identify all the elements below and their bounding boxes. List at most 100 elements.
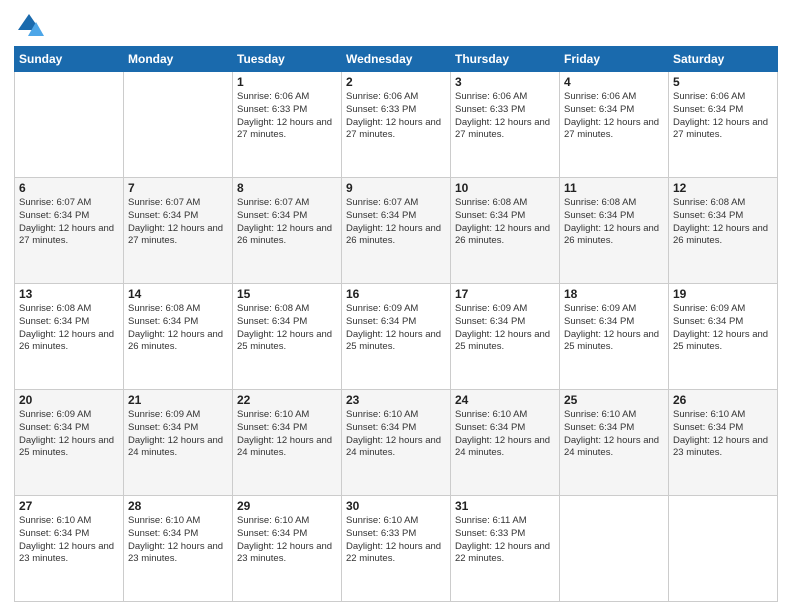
day-info: Sunrise: 6:06 AMSunset: 6:33 PMDaylight:… [455,91,555,142]
day-number: 23 [346,393,446,407]
day-number: 1 [237,75,337,89]
day-info: Sunrise: 6:08 AMSunset: 6:34 PMDaylight:… [455,197,555,248]
day-number: 2 [346,75,446,89]
day-number: 28 [128,499,228,513]
day-number: 20 [19,393,119,407]
calendar-cell: 8Sunrise: 6:07 AMSunset: 6:34 PMDaylight… [233,178,342,284]
calendar-cell: 25 Sunrise: 6:10 AMSunset: 6:34 PMDayligh… [560,390,669,496]
day-number: 3 [455,75,555,89]
day-info: Sunrise: 6:08 AMSunset: 6:34 PMDaylight:… [19,303,119,354]
day-info: Sunrise: 6:09 AMSunset: 6:34 PMDaylight:… [19,409,119,460]
day-number: 24 [455,393,555,407]
day-info: Sunrise: 6:10 AMSunset: 6:34 PMDaylight:… [455,409,555,460]
day-info: Sunrise: 6:08 AMSunset: 6:34 PMDaylight:… [564,197,664,248]
day-info: Sunrise: 6:09 AMSunset: 6:34 PMDaylight:… [673,303,773,354]
calendar-week-row: 1 Sunrise: 6:06 AMSunset: 6:33 PMDaylight… [15,72,778,178]
day-number: 25 [564,393,664,407]
calendar-cell: 2 Sunrise: 6:06 AMSunset: 6:33 PMDaylight… [342,72,451,178]
col-header-monday: Monday [124,47,233,72]
calendar-week-row: 20 Sunrise: 6:09 AMSunset: 6:34 PMDayligh… [15,390,778,496]
day-number: 7 [128,181,228,195]
day-info: Sunrise: 6:06 AMSunset: 6:34 PMDaylight:… [564,91,664,142]
calendar-cell: 9Sunrise: 6:07 AMSunset: 6:34 PMDaylight… [342,178,451,284]
day-info: Sunrise: 6:08 AMSunset: 6:34 PMDaylight:… [237,303,337,354]
day-number: 22 [237,393,337,407]
calendar-cell: 31 Sunrise: 6:11 AMSunset: 6:33 PMDayligh… [451,496,560,602]
calendar-cell: 17 Sunrise: 6:09 AMSunset: 6:34 PMDayligh… [451,284,560,390]
day-info: Sunrise: 6:10 AMSunset: 6:34 PMDaylight:… [564,409,664,460]
day-info: Sunrise: 6:08 AMSunset: 6:34 PMDaylight:… [673,197,773,248]
day-info: Sunrise: 6:09 AMSunset: 6:34 PMDaylight:… [346,303,446,354]
col-header-sunday: Sunday [15,47,124,72]
day-info: Sunrise: 6:09 AMSunset: 6:34 PMDaylight:… [128,409,228,460]
calendar-cell [669,496,778,602]
calendar-cell [560,496,669,602]
calendar-cell: 14Sunrise: 6:08 AMSunset: 6:34 PMDayligh… [124,284,233,390]
day-info: Sunrise: 6:07 AMSunset: 6:34 PMDaylight:… [346,197,446,248]
day-number: 8 [237,181,337,195]
calendar-table: SundayMondayTuesdayWednesdayThursdayFrid… [14,46,778,602]
calendar-week-row: 13 Sunrise: 6:08 AMSunset: 6:34 PMDayligh… [15,284,778,390]
day-info: Sunrise: 6:08 AMSunset: 6:34 PMDaylight:… [128,303,228,354]
calendar-cell: 12 Sunrise: 6:08 AMSunset: 6:34 PMDayligh… [669,178,778,284]
day-number: 12 [673,181,773,195]
day-number: 10 [455,181,555,195]
day-info: Sunrise: 6:10 AMSunset: 6:34 PMDaylight:… [19,515,119,566]
calendar-week-row: 6 Sunrise: 6:07 AMSunset: 6:34 PMDaylight… [15,178,778,284]
calendar-cell: 19 Sunrise: 6:09 AMSunset: 6:34 PMDayligh… [669,284,778,390]
calendar-cell: 15 Sunrise: 6:08 AMSunset: 6:34 PMDayligh… [233,284,342,390]
calendar-cell: 13 Sunrise: 6:08 AMSunset: 6:34 PMDayligh… [15,284,124,390]
logo [14,10,48,40]
calendar-cell: 29 Sunrise: 6:10 AMSunset: 6:34 PMDayligh… [233,496,342,602]
day-info: Sunrise: 6:10 AMSunset: 6:34 PMDaylight:… [673,409,773,460]
calendar-cell: 28Sunrise: 6:10 AMSunset: 6:34 PMDayligh… [124,496,233,602]
day-number: 31 [455,499,555,513]
day-number: 15 [237,287,337,301]
col-header-friday: Friday [560,47,669,72]
col-header-thursday: Thursday [451,47,560,72]
day-number: 13 [19,287,119,301]
calendar-cell: 16 Sunrise: 6:09 AMSunset: 6:34 PMDayligh… [342,284,451,390]
calendar-header-row: SundayMondayTuesdayWednesdayThursdayFrid… [15,47,778,72]
day-info: Sunrise: 6:10 AMSunset: 6:34 PMDaylight:… [237,515,337,566]
day-number: 16 [346,287,446,301]
calendar-cell: 21 Sunrise: 6:09 AMSunset: 6:34 PMDayligh… [124,390,233,496]
day-number: 5 [673,75,773,89]
page: SundayMondayTuesdayWednesdayThursdayFrid… [0,0,792,612]
calendar-cell: 30Sunrise: 6:10 AMSunset: 6:33 PMDayligh… [342,496,451,602]
col-header-saturday: Saturday [669,47,778,72]
calendar-cell: 20 Sunrise: 6:09 AMSunset: 6:34 PMDayligh… [15,390,124,496]
calendar-cell: 27 Sunrise: 6:10 AMSunset: 6:34 PMDayligh… [15,496,124,602]
day-number: 27 [19,499,119,513]
day-number: 4 [564,75,664,89]
calendar-cell [15,72,124,178]
calendar-cell: 23 Sunrise: 6:10 AMSunset: 6:34 PMDayligh… [342,390,451,496]
calendar-cell: 22Sunrise: 6:10 AMSunset: 6:34 PMDayligh… [233,390,342,496]
calendar-cell: 11 Sunrise: 6:08 AMSunset: 6:34 PMDayligh… [560,178,669,284]
day-number: 26 [673,393,773,407]
day-number: 29 [237,499,337,513]
day-number: 18 [564,287,664,301]
col-header-tuesday: Tuesday [233,47,342,72]
day-info: Sunrise: 6:09 AMSunset: 6:34 PMDaylight:… [455,303,555,354]
day-info: Sunrise: 6:07 AMSunset: 6:34 PMDaylight:… [19,197,119,248]
calendar-cell: 6 Sunrise: 6:07 AMSunset: 6:34 PMDaylight… [15,178,124,284]
calendar-cell: 10 Sunrise: 6:08 AMSunset: 6:34 PMDayligh… [451,178,560,284]
day-info: Sunrise: 6:06 AMSunset: 6:33 PMDaylight:… [346,91,446,142]
day-number: 21 [128,393,228,407]
col-header-wednesday: Wednesday [342,47,451,72]
day-info: Sunrise: 6:06 AMSunset: 6:34 PMDaylight:… [673,91,773,142]
day-info: Sunrise: 6:07 AMSunset: 6:34 PMDaylight:… [128,197,228,248]
calendar-cell: 18Sunrise: 6:09 AMSunset: 6:34 PMDayligh… [560,284,669,390]
day-number: 17 [455,287,555,301]
day-number: 6 [19,181,119,195]
day-number: 19 [673,287,773,301]
calendar-week-row: 27 Sunrise: 6:10 AMSunset: 6:34 PMDayligh… [15,496,778,602]
day-number: 11 [564,181,664,195]
day-info: Sunrise: 6:10 AMSunset: 6:34 PMDaylight:… [346,409,446,460]
logo-icon [14,10,44,40]
calendar-cell [124,72,233,178]
header [14,10,778,40]
day-info: Sunrise: 6:11 AMSunset: 6:33 PMDaylight:… [455,515,555,566]
day-info: Sunrise: 6:06 AMSunset: 6:33 PMDaylight:… [237,91,337,142]
